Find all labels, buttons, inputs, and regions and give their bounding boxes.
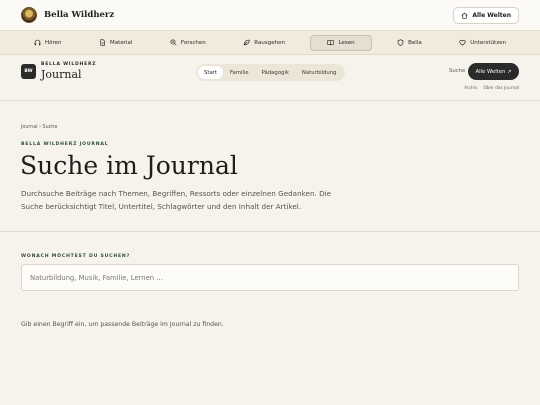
search-plus-icon (170, 39, 177, 46)
page-title: Suche im Journal (20, 151, 238, 180)
nav-item-rausgehen[interactable]: Rausgehen (231, 35, 297, 51)
all-worlds-label: Alle Welten (472, 11, 511, 19)
search-label: WONACH MÖCHTEST DU SUCHEN? (21, 254, 131, 259)
search-hint: Gib einen Begriff ein, um passende Beitr… (21, 321, 224, 328)
top-bar: Bella Wildherz Alle Welten (0, 0, 540, 31)
hero-section: Journal › Suche BELLA WILDHERZ JOURNAL S… (0, 101, 540, 232)
tab-start[interactable]: Start (198, 66, 223, 79)
shield-icon (397, 39, 404, 46)
journal-all-worlds-button[interactable]: Alle Welten ↗ (468, 63, 519, 80)
file-icon (100, 39, 105, 46)
brand-name: Bella Wildherz (44, 10, 115, 20)
nav-label: Bella (408, 39, 422, 46)
book-icon (327, 40, 335, 46)
nav-label: Lesen (338, 39, 355, 46)
tab-familie[interactable]: Familie (224, 66, 255, 79)
nav-item-lesen[interactable]: Lesen (310, 34, 372, 51)
all-worlds-button[interactable]: Alle Welten (453, 6, 519, 24)
journal-header: BW BELLA WILDHERZ Journal Start Familie … (0, 55, 540, 101)
nav-label: Material (110, 39, 133, 46)
headphones-icon (34, 39, 41, 46)
nav-item-forschen[interactable]: Forschen (158, 35, 218, 51)
brand-link[interactable]: Bella Wildherz (21, 7, 114, 23)
nav-item-bella[interactable]: Bella (385, 35, 434, 51)
nav-label: Hören (45, 39, 62, 46)
journal-search-link[interactable]: Suche (449, 68, 465, 74)
hero-lead: Durchsuche Beiträge nach Themen, Begriff… (21, 189, 332, 211)
tab-paedagogik[interactable]: Pädagogik (256, 66, 295, 79)
nav-label: Forschen (180, 39, 206, 46)
journal-brand-small: BELLA WILDHERZ (41, 62, 97, 67)
hero-kicker: BELLA WILDHERZ JOURNAL (21, 142, 109, 147)
brand-logo-icon (21, 7, 37, 23)
nav-item-hoeren[interactable]: Hören (22, 35, 74, 51)
journal-brand[interactable]: BW BELLA WILDHERZ Journal (21, 62, 97, 81)
home-icon (461, 12, 468, 19)
heart-icon (459, 39, 466, 46)
nav-label: Unterstützen (470, 39, 506, 46)
search-input[interactable] (21, 264, 519, 291)
archive-link[interactable]: Archiv (464, 86, 477, 91)
nav-label: Rausgehen (254, 39, 285, 46)
nav-item-unterstuetzen[interactable]: Unterstützen (447, 35, 518, 51)
main-nav: Hören Material Forschen Rausgehen Lesen … (0, 31, 540, 55)
about-journal-link[interactable]: Über das Journal (484, 86, 519, 91)
journal-secondary-links: Archiv Über das Journal (464, 86, 519, 91)
tab-naturbildung[interactable]: Naturbildung (296, 66, 343, 79)
journal-section-tabs: Start Familie Pädagogik Naturbildung (196, 64, 345, 81)
breadcrumb[interactable]: Journal › Suche (21, 125, 57, 130)
journal-brand-title: Journal (41, 67, 82, 81)
nav-item-material[interactable]: Material (87, 35, 144, 51)
journal-badge: BW (21, 63, 36, 79)
leaf-icon (243, 39, 250, 46)
